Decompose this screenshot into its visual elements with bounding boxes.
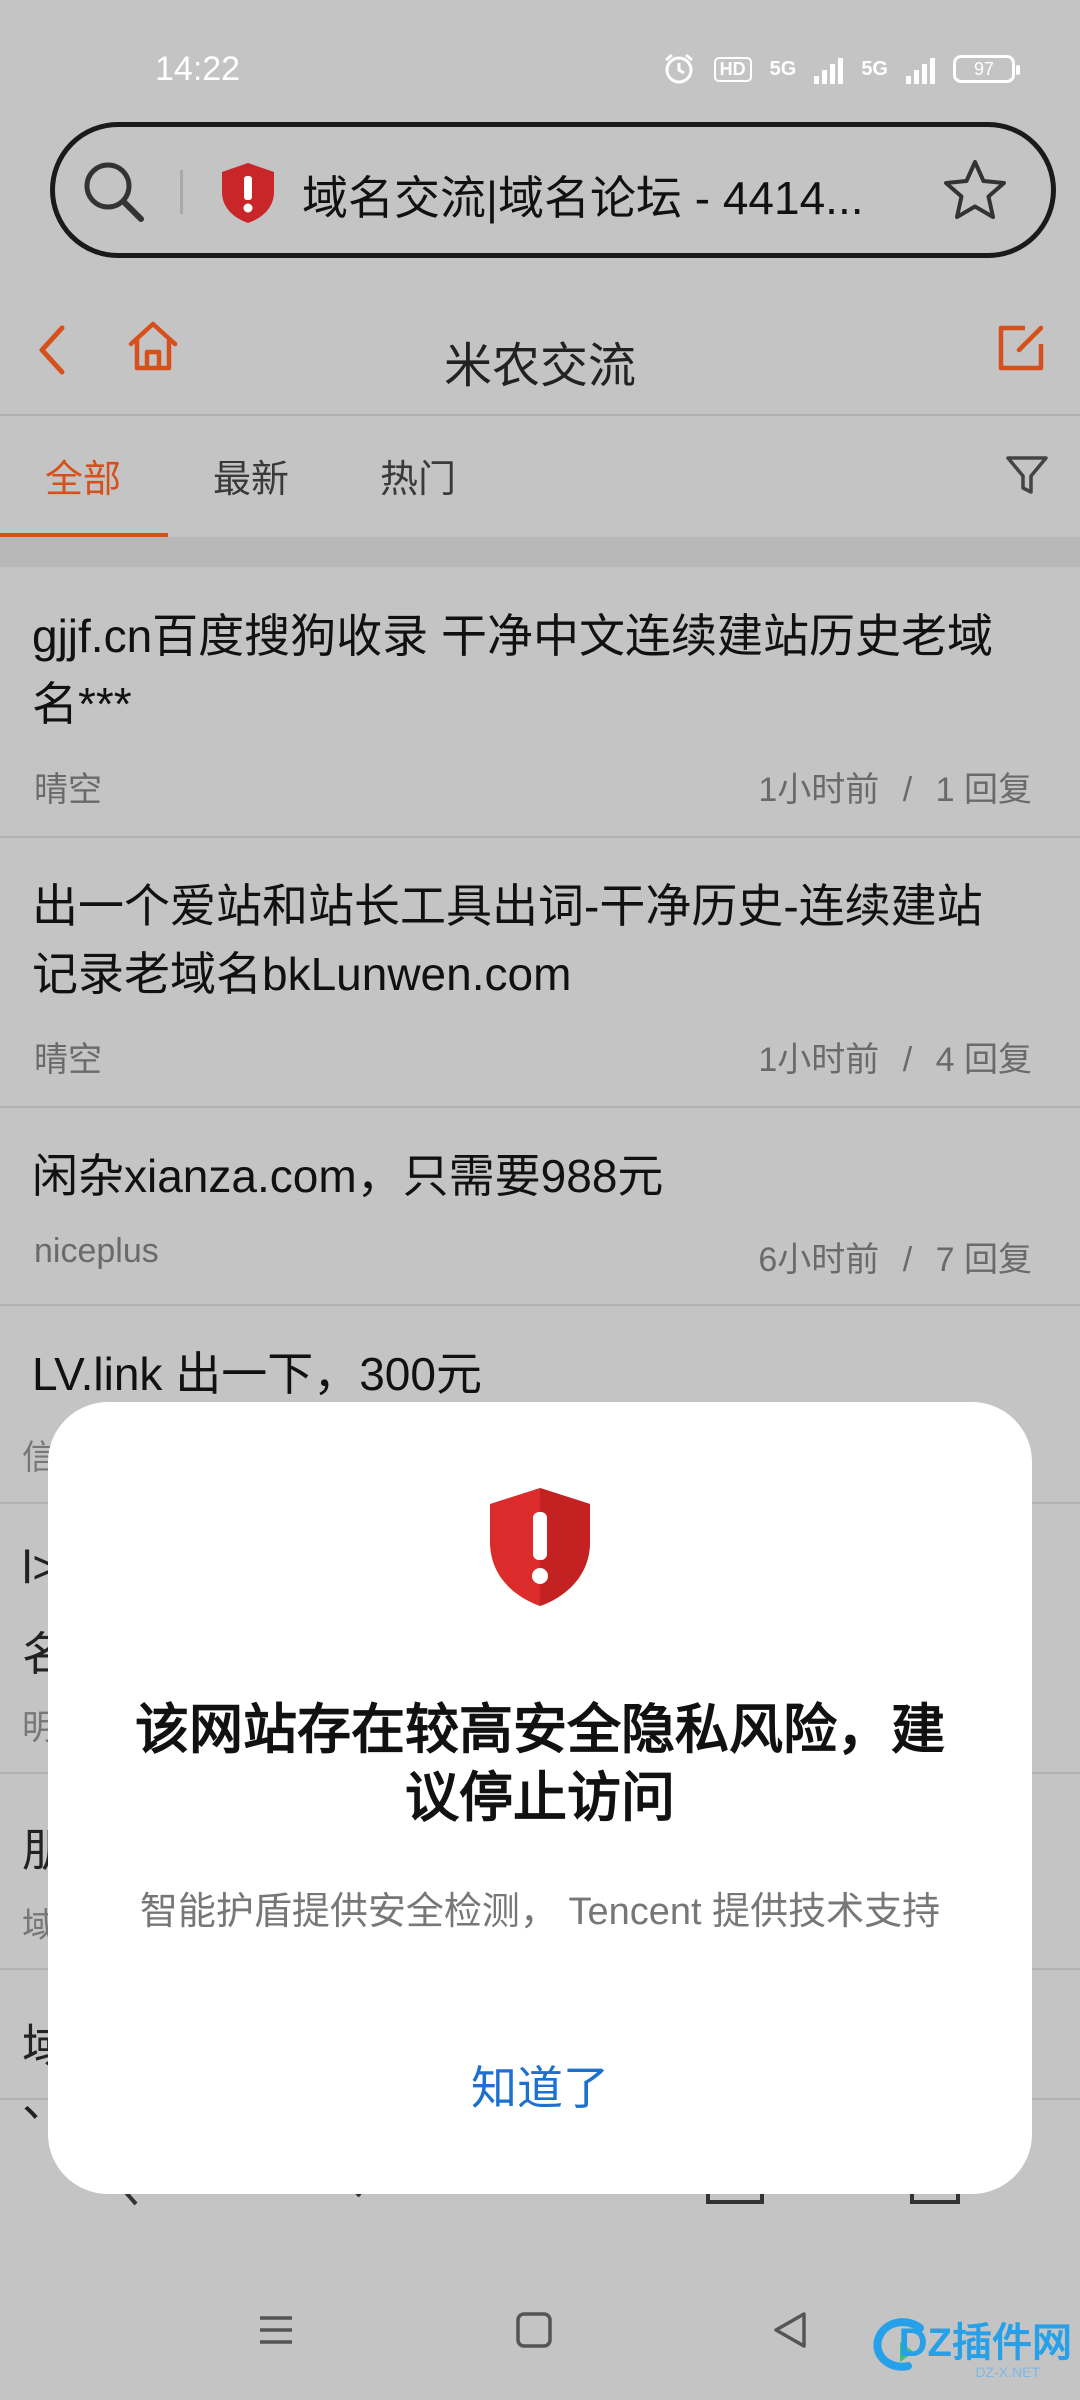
star-icon[interactable] <box>940 156 1010 226</box>
acknowledge-button[interactable]: 知道了 <box>0 2052 1080 2118</box>
section-gap <box>0 537 1080 567</box>
post-time: 1小时前 <box>758 771 880 809</box>
edit-icon[interactable] <box>995 322 1047 374</box>
meta-sep: / <box>902 1241 913 1279</box>
status-icons: HD 5G 5G 97 <box>662 52 1020 86</box>
filter-icon[interactable] <box>1004 452 1050 498</box>
address-divider <box>180 170 183 214</box>
meta-sep: / <box>902 771 913 809</box>
tab-latest[interactable]: 最新 <box>213 448 289 503</box>
post-time: 6小时前 <box>758 1241 880 1279</box>
battery-icon: 97 <box>953 55 1020 83</box>
list-divider <box>0 1304 1080 1306</box>
danger-shield-icon <box>490 1488 590 1606</box>
list-divider <box>0 1106 1080 1108</box>
tab-all[interactable]: 全部 <box>45 448 121 503</box>
post-replies: 7 回复 <box>935 1241 1032 1279</box>
search-icon[interactable] <box>80 158 146 224</box>
recents-menu-icon[interactable] <box>256 2310 296 2350</box>
address-title[interactable]: 域名交流|域名论坛 - 4414... <box>302 162 864 228</box>
post-time: 1小时前 <box>758 1041 880 1079</box>
list-item-author[interactable]: niceplus <box>34 1232 159 1271</box>
dialog-title: 该网站存在较高安全隐私风险，建议停止访问 <box>135 1700 945 1828</box>
post-replies: 1 回复 <box>935 771 1032 809</box>
signal-icon-2 <box>906 54 935 84</box>
net-type-1: 5G <box>769 57 797 80</box>
status-time: 14:22 <box>155 50 241 88</box>
hd-badge: HD <box>713 56 752 82</box>
dialog-subtitle: 智能护盾提供安全检测， Tencent 提供技术支持 <box>139 1891 941 1933</box>
list-item-meta: 1小时前 / 1 回复 <box>758 762 1032 811</box>
home-square-icon[interactable] <box>514 2310 554 2350</box>
back-triangle-icon[interactable] <box>770 2310 810 2350</box>
list-item-author[interactable]: 晴空 <box>34 762 102 811</box>
list-item-meta: 6小时前 / 7 回复 <box>758 1232 1032 1281</box>
meta-sep: / <box>902 1041 913 1079</box>
signal-icon-1 <box>814 54 844 84</box>
page-title: 米农交流 <box>443 340 636 393</box>
shield-warning-icon[interactable] <box>218 160 278 226</box>
list-item-title[interactable]: 出一个爱站和站长工具出词-干净历史-连续建站 <box>32 872 1052 940</box>
net-type-2: 5G <box>861 57 888 80</box>
list-item-title-line2[interactable]: 名*** <box>32 670 1052 738</box>
alarm-icon <box>664 53 693 84</box>
list-item-title[interactable]: gjjf.cn百度搜狗收录 干净中文连续建站历史老域 <box>32 602 1052 670</box>
list-item-title-line2[interactable]: 记录老域名bkLunwen.com <box>32 940 1052 1008</box>
post-replies: 4 回复 <box>935 1041 1032 1079</box>
list-item-title[interactable]: 闲杂xianza.com，只需要988元 <box>32 1142 1052 1210</box>
tab-hot[interactable]: 热门 <box>380 448 456 503</box>
watermark-sub: DZ-X.NET <box>975 2364 1040 2380</box>
watermark-text: DZ插件网 <box>898 2321 1072 2365</box>
list-item-meta: 1小时前 / 4 回复 <box>758 1032 1032 1081</box>
list-item-title[interactable]: LV.link 出一下，300元 <box>32 1340 1052 1408</box>
list-divider <box>0 836 1080 838</box>
list-item-author[interactable]: 晴空 <box>34 1032 102 1081</box>
header-divider <box>0 414 1080 416</box>
